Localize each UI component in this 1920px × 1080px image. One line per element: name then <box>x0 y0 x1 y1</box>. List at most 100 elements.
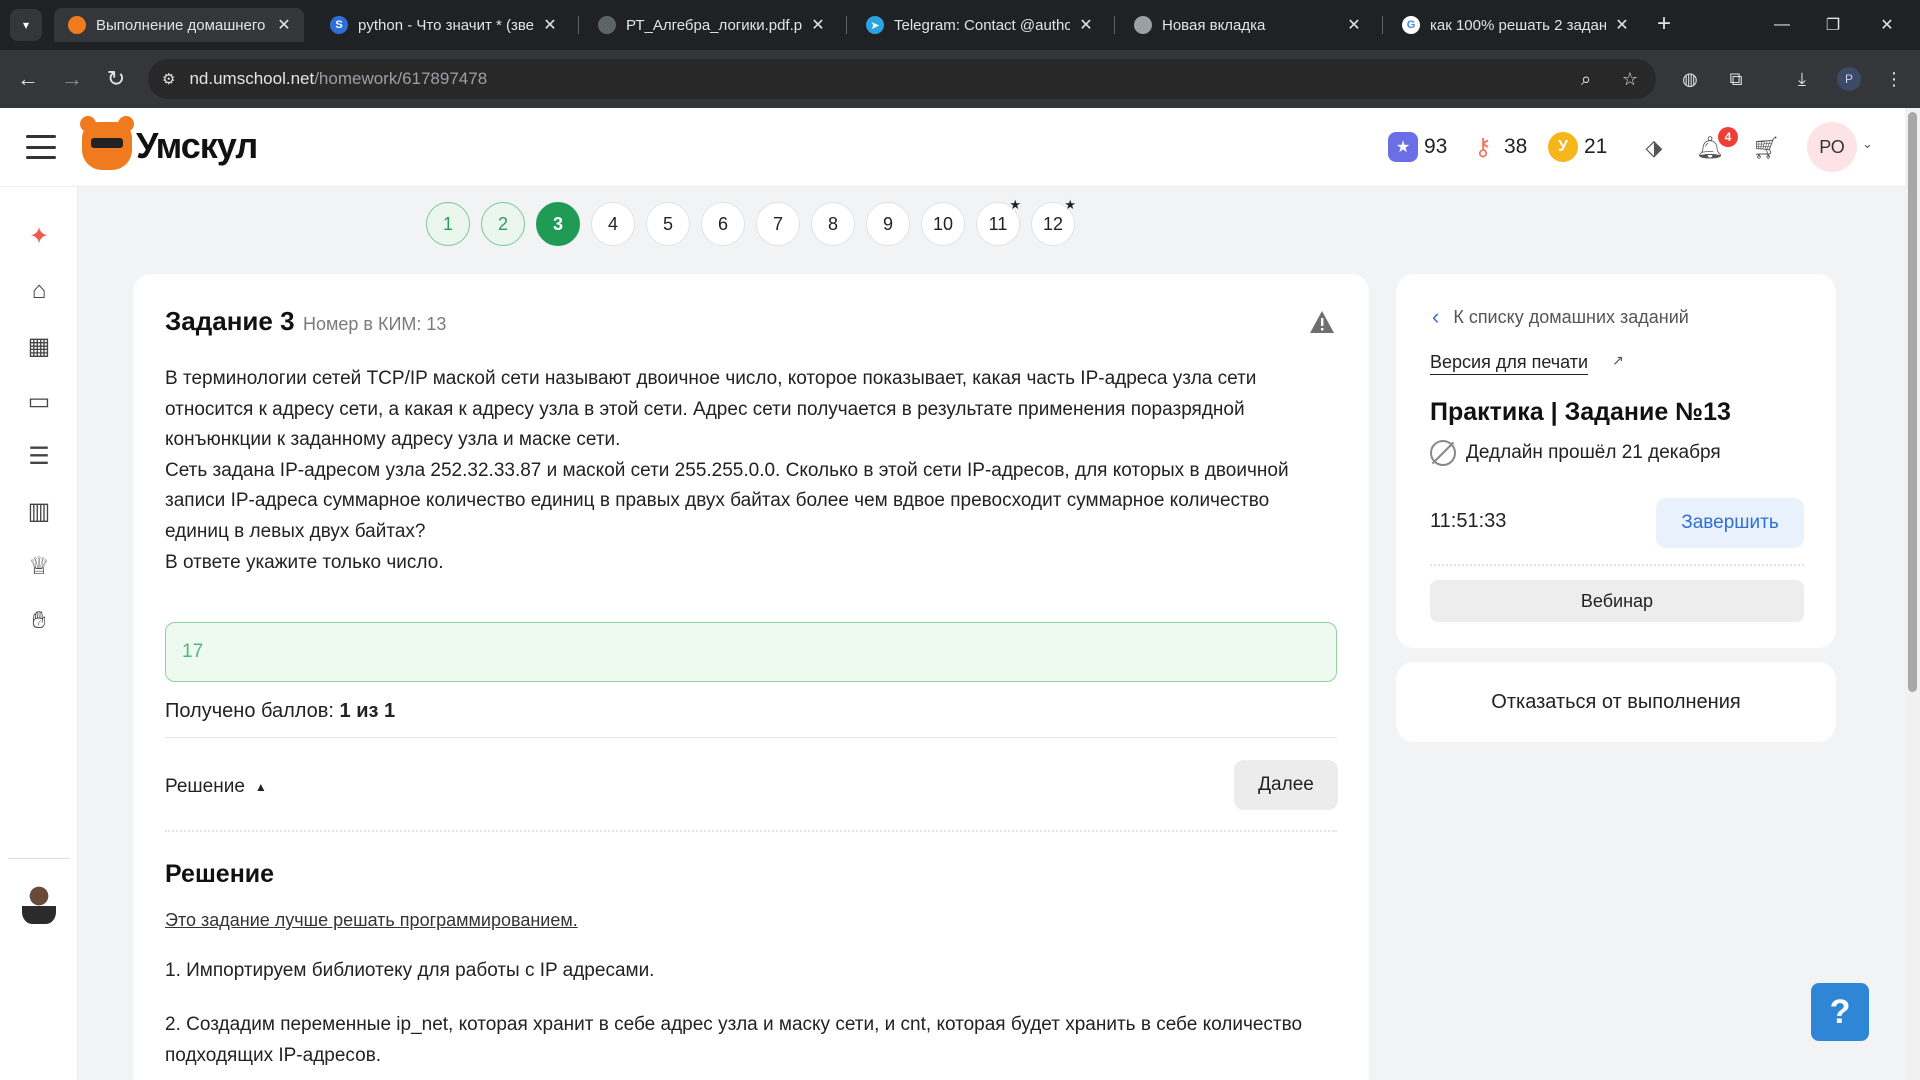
bear-logo-icon <box>80 116 134 170</box>
browser-tab[interactable]: S python - Что значит * (зве ✕ <box>316 8 570 42</box>
external-link-icon[interactable]: ↗ <box>1612 352 1630 370</box>
telegram-icon: ➤ <box>866 16 884 34</box>
chrome-icon <box>1134 16 1152 34</box>
browser-menu-icon[interactable]: ⋮ <box>1880 65 1908 93</box>
finish-button[interactable]: Завершить <box>1656 498 1804 548</box>
solution-title: Решение <box>165 860 275 888</box>
browser-tab[interactable]: Выполнение домашнего з ✕ <box>54 8 304 42</box>
browser-profile-avatar[interactable]: P <box>1837 67 1861 91</box>
help-button[interactable]: ? <box>1811 983 1869 1041</box>
solution-toggle[interactable]: Решение ▲ <box>165 776 267 798</box>
browser-tab-bar: ▾ Выполнение домашнего з ✕ S python - Чт… <box>0 0 1920 50</box>
site-header: Умскул ★ 93 ⚷ 38 У 21 ⬗ 🔔︎ 🛒︎ <box>0 108 1905 187</box>
question-number-button[interactable]: 2 <box>481 202 525 246</box>
browser-tab[interactable]: G как 100% решать 2 задани ✕ <box>1388 8 1642 42</box>
browser-toolbar: ← → ↻ ⚙ nd.umschool.net/homework/6178974… <box>0 50 1920 108</box>
close-tab-icon[interactable]: ✕ <box>274 15 294 35</box>
close-tab-icon[interactable]: ✕ <box>1612 15 1632 35</box>
question-number-button[interactable]: 8 <box>811 202 855 246</box>
next-button[interactable]: Далее <box>1234 760 1338 810</box>
calendar-icon[interactable]: ▦ <box>22 329 56 363</box>
url-text: nd.umschool.net/homework/617897478 <box>189 69 488 88</box>
question-number-button[interactable]: 12 ★ <box>1031 197 1076 246</box>
question-number-button[interactable]: 4 <box>591 202 635 246</box>
homework-icon[interactable]: ☰ <box>22 439 56 473</box>
solution-step: 2. Создадим переменные ip_net, которая х… <box>165 1014 1303 1066</box>
ticket-icon[interactable]: ⬗ <box>1638 132 1670 164</box>
question-number-button[interactable]: 11 ★ <box>976 197 1021 246</box>
menu-burger-icon[interactable] <box>26 135 56 159</box>
browser-tab[interactable]: РТ_Алгебра_логики.pdf.pd ✕ <box>584 8 838 42</box>
umschool-logo[interactable]: Умскул <box>80 116 258 170</box>
coins-counter[interactable]: У 21 <box>1548 132 1607 162</box>
hand-wave-icon[interactable]: ✋︎ <box>22 604 56 638</box>
task-title: Задание 3 <box>165 306 295 336</box>
tab-separator <box>1114 16 1115 34</box>
coin-icon: У <box>1548 132 1578 162</box>
close-tab-icon[interactable]: ✕ <box>808 15 828 35</box>
extensions-puzzle-icon[interactable]: ⧉ <box>1722 65 1750 93</box>
back-to-list-link[interactable]: ‹ К списку домашних заданий <box>1432 304 1689 330</box>
extension-globe-icon[interactable]: ◍ <box>1676 65 1704 93</box>
webinar-button[interactable]: Вебинар <box>1430 580 1804 622</box>
timer: 11:51:33 <box>1430 510 1507 532</box>
site-settings-icon[interactable]: ⚙ <box>162 70 175 88</box>
sparkle-icon[interactable]: ✦ <box>22 219 56 253</box>
browser-tab[interactable]: Новая вкладка ✕ <box>1120 8 1374 42</box>
new-tab-button[interactable]: + <box>1650 11 1678 39</box>
restore-icon[interactable]: ❐ <box>1818 10 1848 40</box>
minimize-icon[interactable]: — <box>1767 10 1797 40</box>
question-number-button[interactable]: 6 <box>701 202 745 246</box>
answer-input[interactable]: 17 <box>165 622 1337 682</box>
task-card: Задание 3 Номер в КИМ: 13 В терминологии… <box>133 274 1369 1080</box>
keys-counter[interactable]: ⚷ 38 <box>1468 132 1527 162</box>
mentor-avatar[interactable] <box>22 884 56 924</box>
cart-icon[interactable]: 🛒︎ <box>1750 132 1782 164</box>
question-number-button[interactable]: 10 <box>921 202 965 246</box>
browser-tab[interactable]: ➤ Telegram: Contact @autho ✕ <box>852 8 1106 42</box>
google-icon: G <box>1402 16 1420 34</box>
dotted-divider <box>1430 564 1804 566</box>
solution-step: 1. Импортируем библиотеку для работы с I… <box>165 960 655 981</box>
refuse-button[interactable]: Отказаться от выполнения <box>1396 662 1836 742</box>
address-bar[interactable]: ⚙ nd.umschool.net/homework/617897478 ⌕ ☆ <box>148 59 1656 99</box>
close-tab-icon[interactable]: ✕ <box>1076 15 1096 35</box>
homework-info-card: ‹ К списку домашних заданий Версия для п… <box>1396 274 1836 648</box>
bookmark-star-icon[interactable]: ☆ <box>1618 67 1642 91</box>
deadline-info: Дедлайн прошёл 21 декабря <box>1430 440 1721 466</box>
reload-icon[interactable]: ↻ <box>100 63 132 95</box>
tab-search-button[interactable]: ▾ <box>10 9 42 41</box>
forward-icon[interactable]: → <box>56 63 88 95</box>
trophy-icon[interactable]: ♕ <box>22 549 56 583</box>
deadline-passed-icon <box>1430 440 1456 466</box>
stats-icon[interactable]: ▥ <box>22 494 56 528</box>
question-number-button[interactable]: 9 <box>866 202 910 246</box>
user-avatar[interactable]: РО <box>1807 122 1857 172</box>
question-number-button[interactable]: 5 <box>646 202 690 246</box>
close-tab-icon[interactable]: ✕ <box>540 15 560 35</box>
score-value: 1 из 1 <box>339 700 396 722</box>
divider <box>165 737 1337 738</box>
report-warning-icon[interactable] <box>1309 310 1335 334</box>
dotted-divider <box>165 830 1337 832</box>
zoom-icon[interactable]: ⌕ <box>1574 67 1598 91</box>
chevron-down-icon[interactable]: ⌄ <box>1862 136 1882 156</box>
close-tab-icon[interactable]: ✕ <box>1344 15 1364 35</box>
question-number-button[interactable]: 7 <box>756 202 800 246</box>
close-window-icon[interactable]: ✕ <box>1872 10 1902 40</box>
video-icon[interactable]: ▭ <box>22 384 56 418</box>
scrollbar-thumb[interactable] <box>1908 112 1917 692</box>
download-icon[interactable]: ⤓ <box>1788 65 1816 93</box>
tab-separator <box>1382 16 1383 34</box>
tab-separator <box>578 16 579 34</box>
umschool-bear-icon <box>68 16 86 34</box>
notification-badge: 4 <box>1718 127 1738 147</box>
question-number-button[interactable]: 1 <box>426 202 470 246</box>
home-icon[interactable]: ⌂ <box>22 274 56 308</box>
stars-counter[interactable]: ★ 93 <box>1388 132 1447 162</box>
back-icon[interactable]: ← <box>12 63 44 95</box>
chevron-left-icon: ‹ <box>1432 304 1440 329</box>
print-version-link[interactable]: Версия для печати <box>1430 352 1589 375</box>
question-number-button[interactable]: 3 <box>536 202 580 246</box>
page-scrollbar[interactable] <box>1905 108 1920 1080</box>
